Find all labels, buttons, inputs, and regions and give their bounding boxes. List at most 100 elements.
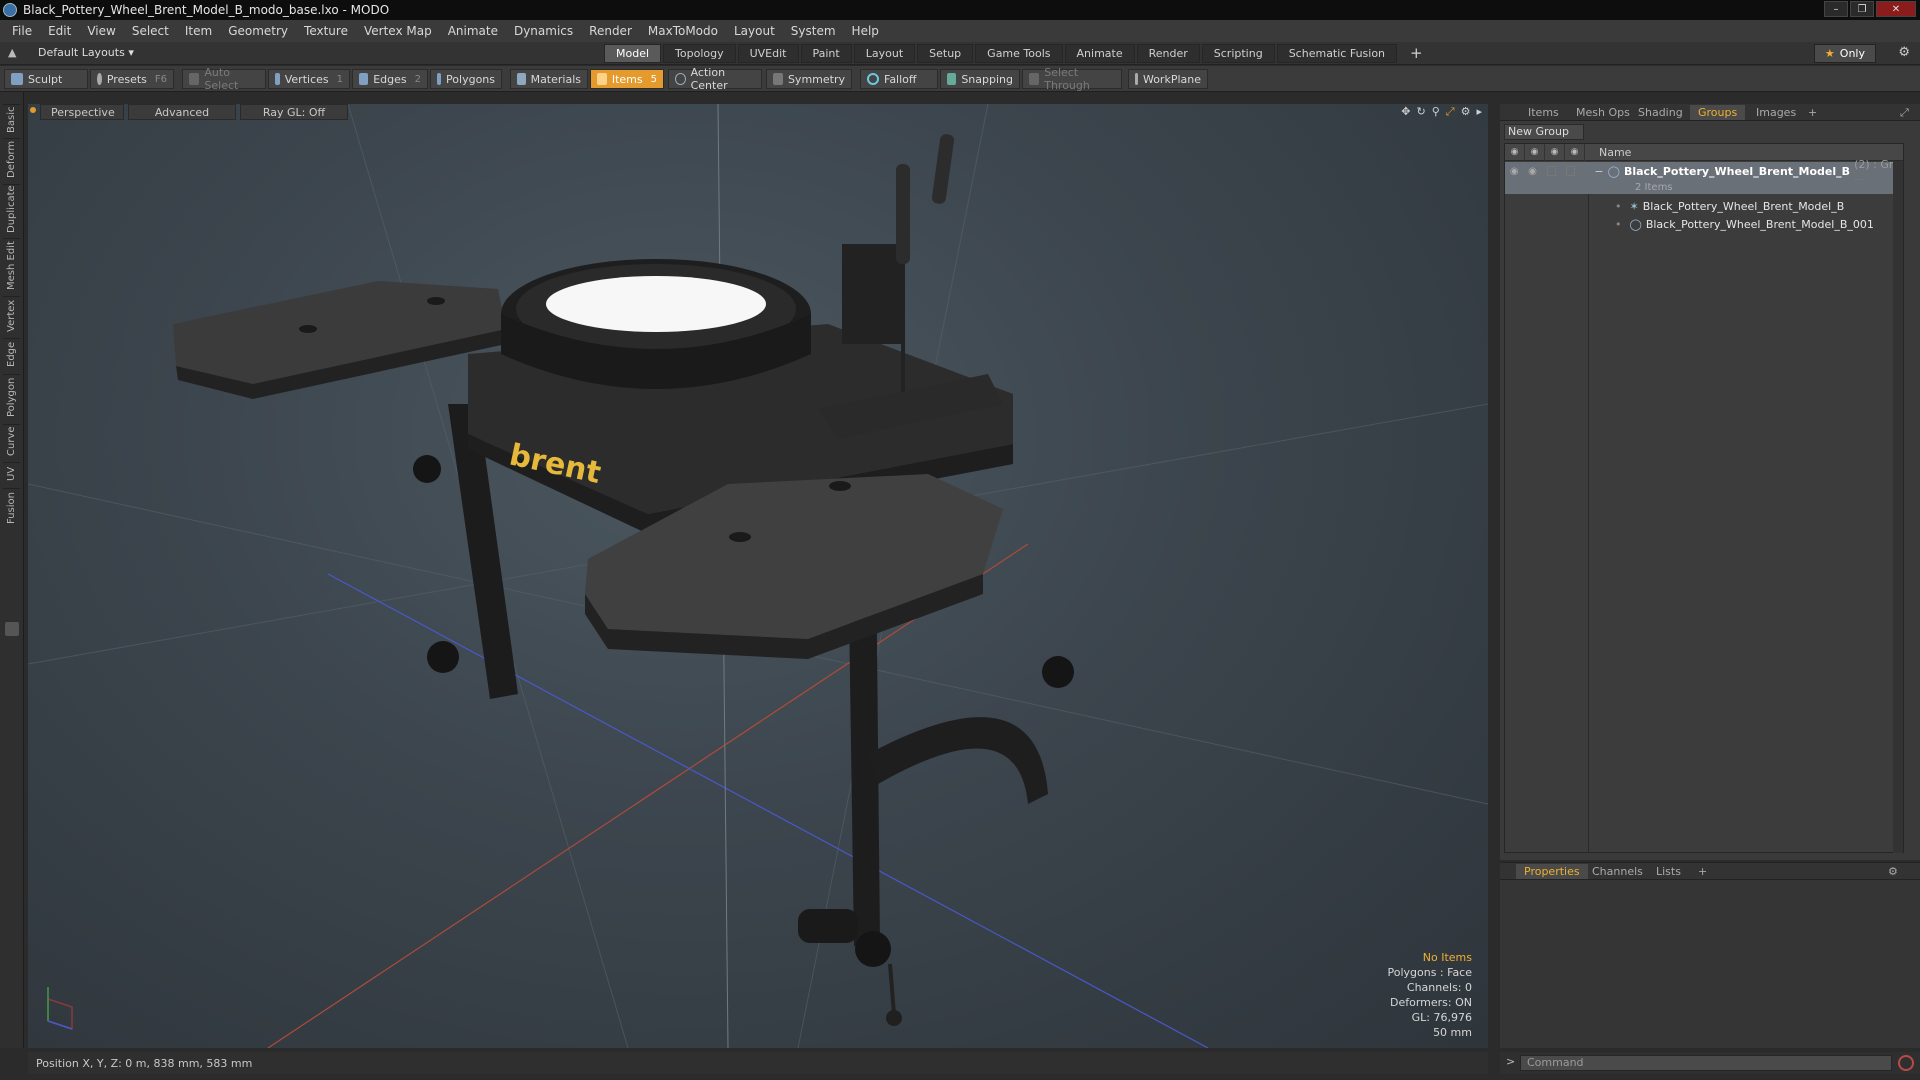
command-input[interactable]: Command (1520, 1055, 1892, 1071)
left-tab-edge[interactable]: Edge (3, 338, 20, 370)
group-child-row[interactable]: • ✶ Black_Pottery_Wheel_Brent_Model_B (1505, 197, 1903, 215)
groups-scrollbar[interactable] (1893, 161, 1903, 853)
workplane-button[interactable]: WorkPlane (1128, 69, 1208, 89)
fit-view-icon[interactable]: ⤢ (1446, 105, 1455, 119)
tab-game-tools[interactable]: Game Tools (975, 44, 1063, 63)
visibility-column-eye-icon[interactable]: ◉ (1505, 143, 1525, 161)
group-expand-icon[interactable]: − (1594, 165, 1603, 178)
move-view-icon[interactable]: ✥ (1401, 105, 1410, 119)
menu-help[interactable]: Help (844, 24, 887, 38)
group-child-row[interactable]: • ◯ Black_Pottery_Wheel_Brent_Model_B_00… (1505, 215, 1903, 233)
tab-layout[interactable]: Layout (853, 44, 916, 63)
add-props-tab-icon[interactable]: + (1690, 864, 1715, 879)
tab-setup[interactable]: Setup (917, 44, 974, 63)
default-layouts-dropdown[interactable]: Default Layouts ▾ (38, 46, 134, 59)
tab-images[interactable]: Images (1748, 105, 1804, 120)
viewport-expand-arrow-icon[interactable]: ▸ (1476, 105, 1482, 119)
panel-toggle-icon[interactable] (5, 622, 19, 636)
zoom-view-icon[interactable]: ⚲ (1432, 105, 1440, 119)
maximize-button[interactable]: ❐ (1850, 1, 1874, 17)
tab-uvedit[interactable]: UVEdit (737, 44, 799, 63)
select-column-icon[interactable]: ◉ (1565, 143, 1585, 161)
menu-dynamics[interactable]: Dynamics (506, 24, 581, 38)
vertices-button[interactable]: Vertices 1 (268, 69, 350, 89)
auto-select-button[interactable]: Auto Select (182, 66, 266, 92)
presets-button[interactable]: Presets F6 (90, 69, 174, 89)
edges-button[interactable]: Edges 2 (352, 69, 428, 89)
action-center-button[interactable]: Action Center (668, 66, 762, 92)
minimize-button[interactable]: – (1824, 1, 1848, 17)
shading-dropdown[interactable]: Advanced (128, 104, 236, 120)
tab-topology[interactable]: Topology (663, 44, 736, 63)
panel-expand-icon[interactable]: ⤢ (1892, 105, 1917, 120)
group-row[interactable]: ◉ ◉ − ◯ Black_Pottery_Wheel_Brent_Model_… (1505, 158, 1903, 184)
left-tab-vertex[interactable]: Vertex (3, 296, 20, 334)
menu-maxtomodo[interactable]: MaxToModo (640, 24, 726, 38)
left-tab-mesh-edit[interactable]: Mesh Edit (3, 238, 20, 292)
tab-render[interactable]: Render (1136, 44, 1200, 63)
left-tab-uv[interactable]: UV (3, 462, 20, 484)
tab-schematic-fusion[interactable]: Schematic Fusion (1276, 44, 1398, 63)
materials-button[interactable]: Materials (510, 69, 588, 89)
left-tab-fusion[interactable]: Fusion (3, 488, 20, 528)
items-button[interactable]: Items 5 (590, 69, 664, 89)
group-select-checkbox[interactable] (1566, 166, 1576, 176)
only-toggle-button[interactable]: ★ Only (1813, 44, 1876, 63)
menu-file[interactable]: File (4, 24, 40, 38)
polygons-button[interactable]: Polygons (430, 69, 502, 89)
left-tab-curve[interactable]: Curve (3, 424, 20, 458)
group-lock-checkbox[interactable] (1546, 166, 1557, 176)
menu-edit[interactable]: Edit (40, 24, 79, 38)
group-render-icon[interactable]: ◉ (1523, 166, 1541, 177)
gear-icon[interactable]: ⚙ (1898, 45, 1910, 60)
tab-mesh-ops[interactable]: Mesh Ops (1568, 105, 1638, 120)
menu-view[interactable]: View (79, 24, 123, 38)
tab-lists[interactable]: Lists (1648, 864, 1689, 879)
left-tab-polygon[interactable]: Polygon (3, 374, 20, 420)
menu-animate[interactable]: Animate (440, 24, 506, 38)
tab-groups[interactable]: Groups (1690, 105, 1746, 120)
render-column-icon[interactable]: ◉ (1525, 143, 1545, 161)
add-tab-icon[interactable]: + (1399, 44, 1434, 63)
menu-render[interactable]: Render (581, 24, 640, 38)
menu-texture[interactable]: Texture (296, 24, 356, 38)
tab-animate[interactable]: Animate (1064, 44, 1135, 63)
group-visibility-eye-icon[interactable]: ◉ (1505, 166, 1523, 177)
falloff-button[interactable]: Falloff (860, 69, 938, 89)
record-macro-icon[interactable] (1898, 1055, 1914, 1071)
materials-icon (517, 73, 526, 85)
perspective-dropdown[interactable]: Perspective (40, 104, 124, 120)
left-tab-basic[interactable]: Basic (3, 104, 20, 134)
select-through-button[interactable]: Select Through (1022, 66, 1122, 92)
new-group-button[interactable]: New Group (1504, 124, 1584, 140)
tab-paint[interactable]: Paint (800, 44, 852, 63)
tab-model[interactable]: Model (604, 44, 662, 63)
left-tab-deform[interactable]: Deform (3, 138, 20, 180)
sculpt-button[interactable]: Sculpt (4, 69, 88, 89)
tab-items[interactable]: Items (1520, 105, 1567, 120)
props-settings-gear-icon[interactable]: ⚙ (1880, 864, 1906, 879)
snapping-button[interactable]: Snapping (940, 69, 1020, 89)
tab-scripting[interactable]: Scripting (1201, 44, 1275, 63)
name-column-header[interactable]: Name (1599, 146, 1631, 159)
lock-column-icon[interactable]: ◉ (1545, 143, 1565, 161)
left-tab-duplicate[interactable]: Duplicate (3, 184, 20, 234)
layout-menu-icon[interactable]: ▲ (8, 46, 16, 59)
menu-system[interactable]: System (783, 24, 844, 38)
add-panel-tab-icon[interactable]: + (1800, 105, 1825, 120)
rotate-view-icon[interactable]: ↻ (1417, 105, 1426, 119)
3d-viewport[interactable]: brent No Items Polygons: Face Channels:… (28, 104, 1488, 1048)
menu-select[interactable]: Select (124, 24, 177, 38)
viewport-menu-icon[interactable] (30, 107, 36, 113)
tab-channels[interactable]: Channels (1584, 864, 1651, 879)
menu-layout[interactable]: Layout (726, 24, 783, 38)
close-button[interactable]: ✕ (1876, 1, 1916, 17)
symmetry-button[interactable]: Symmetry (766, 69, 852, 89)
menu-geometry[interactable]: Geometry (220, 24, 296, 38)
tab-properties[interactable]: Properties (1516, 864, 1588, 879)
viewport-settings-gear-icon[interactable]: ⚙ (1461, 105, 1471, 119)
menu-item[interactable]: Item (177, 24, 220, 38)
raygl-toggle[interactable]: Ray GL: Off (240, 104, 348, 120)
menu-vertex-map[interactable]: Vertex Map (356, 24, 440, 38)
tab-shading[interactable]: Shading (1630, 105, 1691, 120)
